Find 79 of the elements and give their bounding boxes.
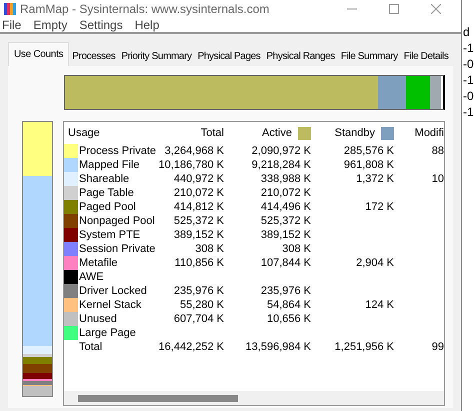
table-cell-text: Kernel Stack <box>79 298 142 313</box>
table-cell-text: 10,656 K <box>266 312 311 327</box>
table-cell-text: 88 <box>432 144 444 159</box>
table-cell-text: 172 K <box>365 200 394 215</box>
table-cell-text: 308 K <box>282 242 311 257</box>
maximize-icon[interactable] <box>389 4 399 14</box>
table-cell-text: 389,152 K <box>260 228 311 243</box>
table-cell-text: 99 <box>432 340 444 355</box>
table-cell-text: Paged Pool <box>79 200 136 215</box>
table-cell-text: 16,442,252 K <box>158 340 224 355</box>
tab[interactable]: Priority Summary <box>118 46 195 66</box>
table-cell-text: Mapped File <box>79 158 140 173</box>
table-cell-text: Metafile <box>79 256 118 271</box>
table-cell-text: AWE <box>79 270 104 285</box>
menu-item[interactable]: Help <box>134 16 160 34</box>
column-header[interactable]: Usage <box>68 124 100 142</box>
table-cell-text: 9,218,284 K <box>252 158 311 173</box>
table-cell-text: Nonpaged Pool <box>79 214 155 229</box>
table-cell-text: 414,496 K <box>260 200 311 215</box>
menu-item[interactable]: Empty <box>33 16 68 34</box>
table-cell-text: 107,844 K <box>260 256 311 271</box>
table-cell-text: 10,186,780 K <box>158 158 224 173</box>
column-header[interactable]: Standby <box>334 124 375 142</box>
table-cell-text: 210,072 K <box>260 186 311 201</box>
column-header[interactable]: Total <box>200 124 224 142</box>
tab[interactable]: Use Counts <box>8 42 70 66</box>
table-cell-text: 210,072 K <box>174 186 224 201</box>
table-cell-text: Session Private <box>79 242 156 257</box>
tab[interactable]: Physical Pages <box>194 46 264 66</box>
table-cell-text: 235,976 K <box>260 284 311 299</box>
table-cell-text: 525,372 K <box>174 214 224 229</box>
table-cell-text: 54,864 K <box>266 298 311 313</box>
background-text: -0 <box>463 90 474 103</box>
column-header[interactable]: Active <box>262 124 292 142</box>
window-title: RamMap - Sysinternals: www.sysinternals.com <box>20 1 270 18</box>
tab[interactable]: Physical Ranges <box>263 46 338 66</box>
table-cell-text: 961,808 K <box>344 158 394 173</box>
table-cell-text: Driver Locked <box>79 284 147 299</box>
table-cell-text: 2,090,972 K <box>252 144 311 159</box>
table-cell-text: 285,576 K <box>344 144 394 159</box>
background-text: d <box>463 26 471 39</box>
table-cell-text: 13,596,984 K <box>246 340 311 355</box>
column-header[interactable]: Modifi <box>414 124 444 142</box>
background-text: -1 <box>463 74 474 87</box>
background-text: -1 <box>463 42 474 55</box>
table-cell-text: Page Table <box>79 186 134 201</box>
close-icon[interactable] <box>431 4 441 14</box>
table-cell-text: 338,988 K <box>260 172 311 187</box>
menu-item[interactable]: File <box>2 16 22 34</box>
app-icon <box>4 3 16 15</box>
table-cell-text: 607,704 K <box>174 312 224 327</box>
table-cell-text: 55,280 K <box>180 298 224 313</box>
table-cell-text: 1,372 K <box>356 172 394 187</box>
table-cell-text: 2,904 K <box>356 256 394 271</box>
table-cell-text: 525,372 K <box>260 214 311 229</box>
table-cell-text: Total <box>79 340 102 355</box>
table-cell-text: Unused <box>79 312 117 327</box>
table-cell-text: 124 K <box>365 298 394 313</box>
table-cell-text: Process Private <box>79 144 156 159</box>
table-cell-text: 110,856 K <box>174 256 224 271</box>
table-cell-text: System PTE <box>79 228 140 243</box>
menu-item[interactable]: Settings <box>79 16 123 34</box>
table-cell-text: 3,264,968 K <box>164 144 224 159</box>
table-cell-text: 235,976 K <box>174 284 224 299</box>
tab[interactable]: Processes <box>69 46 118 66</box>
background-text: -0 <box>463 58 474 71</box>
tab[interactable]: File Summary <box>338 46 401 66</box>
tab[interactable]: File Details <box>400 46 452 66</box>
table-cell-text: 1,251,956 K <box>334 340 394 355</box>
scrollbar-thumb[interactable] <box>78 394 238 402</box>
table-cell-text: 414,812 K <box>174 200 224 215</box>
table-cell-text: Shareable <box>79 172 130 187</box>
table-cell-text: 389,152 K <box>174 228 224 243</box>
table-cell-text: 440,972 K <box>174 172 224 187</box>
horizontal-scrollbar[interactable] <box>64 391 444 405</box>
table-cell-text: 308 K <box>195 242 224 257</box>
background-text: -1 <box>463 106 474 119</box>
table-cell-text: 10 <box>432 172 444 187</box>
table-cell-text: Large Page <box>79 326 136 341</box>
